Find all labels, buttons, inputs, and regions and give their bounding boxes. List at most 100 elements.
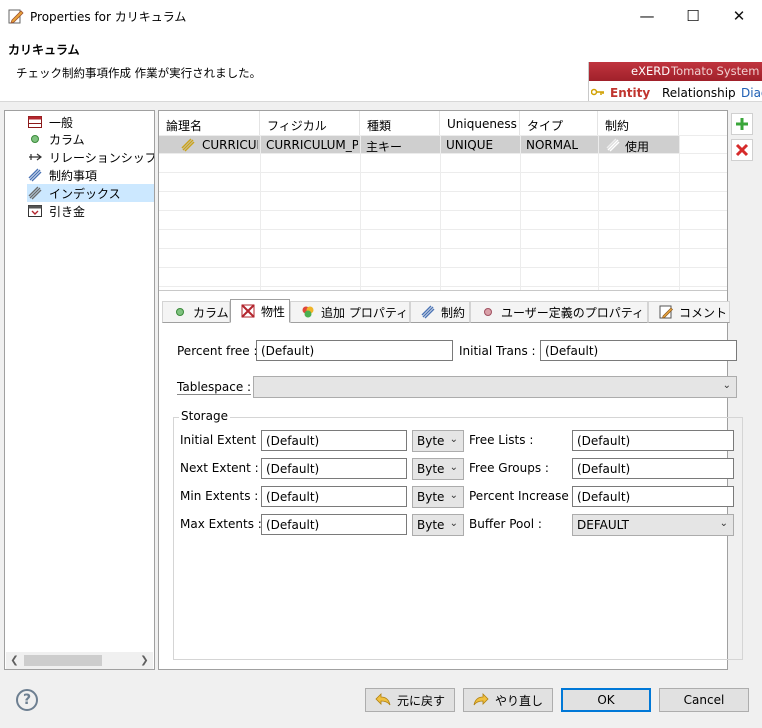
relationship-icon <box>27 150 43 164</box>
tree-item-column[interactable]: カラム <box>27 130 154 148</box>
constraint-icon <box>27 168 43 182</box>
index-grid: 論理名 フィジカル 種類 Uniqueness タイプ 制約 CURRICULU… <box>159 111 727 291</box>
undo-icon <box>375 692 391 709</box>
grid-header-logical[interactable]: 論理名 <box>159 111 260 135</box>
tree-item-general[interactable]: 一般 <box>27 113 154 131</box>
banner-brand: eXERD <box>631 64 671 78</box>
grid-header-uniqueness[interactable]: Uniqueness <box>440 111 520 135</box>
window-title: Properties for カリキュラム <box>30 10 187 24</box>
free-groups-input[interactable]: (Default) <box>572 458 734 479</box>
dialog-header: カリキュラム チェック制約事項作成 作業が実行されました。 eXERD Toma… <box>0 32 762 102</box>
minimize-button[interactable]: — <box>624 0 670 32</box>
next-extent-unit-select[interactable]: Byte ⌄ <box>412 458 464 480</box>
column-dot-icon <box>27 132 43 146</box>
header-message: チェック制約事項作成 作業が実行されました。 <box>16 66 262 80</box>
free-groups-label: Free Groups : <box>469 461 549 475</box>
tree-item-constraints[interactable]: 制約事項 <box>27 166 154 184</box>
grid-header-constraint[interactable]: 制約 <box>598 111 679 135</box>
user-prop-icon <box>481 305 495 319</box>
initial-trans-input[interactable]: (Default) <box>540 340 737 361</box>
tab-physical[interactable]: 物性 <box>230 299 290 323</box>
tree-horizontal-scrollbar[interactable]: ❮ ❯ <box>6 652 153 669</box>
tab-extra-properties[interactable]: 追加 プロパティ <box>290 301 410 323</box>
add-index-button[interactable] <box>731 113 753 135</box>
min-extents-label: Min Extents : <box>180 489 259 503</box>
buffer-pool-label: Buffer Pool : <box>469 517 542 531</box>
maximize-button[interactable]: ☐ <box>670 0 716 32</box>
banner-stripe: eXERD Tomato System <box>589 62 762 81</box>
initial-extent-label: Initial Extent : <box>180 433 264 447</box>
key-icon <box>590 86 605 100</box>
banner-product: Tomato System <box>671 64 760 78</box>
trigger-icon <box>27 204 43 218</box>
plus-icon <box>736 118 748 130</box>
physical-icon <box>241 304 255 318</box>
storage-legend: Storage <box>179 409 230 423</box>
banner-tab-diagram: Diag <box>741 86 762 100</box>
restore-button[interactable]: 元に戻す <box>365 688 455 712</box>
constraint-icon <box>421 305 435 319</box>
chevron-down-icon: ⌄ <box>449 490 458 501</box>
next-extent-input[interactable]: (Default) <box>261 458 407 479</box>
index-panel: 論理名 フィジカル 種類 Uniqueness タイプ 制約 CURRICULU… <box>158 110 743 670</box>
properties-tree: 一般 カラム リレーションシップ 制約事項 インデックス 引き金 ❮ ❯ <box>4 110 155 670</box>
cancel-button[interactable]: Cancel <box>659 688 749 712</box>
header-title: カリキュラム <box>8 43 80 57</box>
storage-group <box>173 417 743 660</box>
buffer-pool-select[interactable]: DEFAULT ⌄ <box>572 514 734 536</box>
percent-increase-input[interactable]: (Default) <box>572 486 734 507</box>
free-lists-label: Free Lists : <box>469 433 534 447</box>
comment-icon <box>659 305 673 319</box>
max-extents-label: Max Extents : <box>180 517 262 531</box>
cell-physical[interactable]: CURRICULUM_PK <box>266 138 358 152</box>
max-extents-unit-select[interactable]: Byte ⌄ <box>412 514 464 536</box>
next-extent-label: Next Extent : <box>180 461 259 475</box>
scroll-right-icon[interactable]: ❯ <box>136 652 153 669</box>
banner-tab-relationship: Relationship <box>662 86 736 100</box>
initial-extent-input[interactable]: (Default) <box>261 430 407 451</box>
tree-item-trigger[interactable]: 引き金 <box>27 202 154 220</box>
tablespace-select[interactable]: ⌄ <box>253 376 737 398</box>
help-icon[interactable]: ? <box>16 689 38 711</box>
percent-free-label: Percent free : <box>177 344 258 358</box>
cell-logical[interactable]: CURRICULUM_PK <box>202 138 258 152</box>
initial-extent-unit-select[interactable]: Byte ⌄ <box>412 430 464 452</box>
cell-uniqueness[interactable]: UNIQUE <box>446 138 518 152</box>
delete-icon <box>735 143 749 157</box>
remove-index-button[interactable] <box>731 139 753 161</box>
banner-tabs: Entity Relationship Diag <box>589 83 762 101</box>
cell-type[interactable]: NORMAL <box>526 138 596 152</box>
extra-props-icon <box>301 305 315 319</box>
exerd-banner: eXERD Tomato System Entity Relationship … <box>588 62 762 101</box>
chevron-down-icon: ⌄ <box>449 462 458 473</box>
chevron-down-icon: ⌄ <box>722 380 731 391</box>
redo-button[interactable]: やり直し <box>463 688 553 712</box>
tablespace-label: Tablespace : <box>177 380 252 395</box>
ok-button[interactable]: OK <box>561 688 651 712</box>
grid-header-type[interactable]: タイプ <box>520 111 598 135</box>
tree-item-index[interactable]: インデックス <box>27 184 154 202</box>
properties-icon <box>8 8 24 24</box>
percent-increase-label: Percent Increase : <box>469 489 577 503</box>
close-button[interactable]: ✕ <box>716 0 762 32</box>
tab-comment[interactable]: コメント <box>648 301 730 323</box>
properties-tabs: カラム 物性 追加 プロパティ 制約 ユーザー定義のプロパティ コメント <box>159 299 730 323</box>
tab-user-defined-properties[interactable]: ユーザー定義のプロパティ <box>470 301 648 323</box>
tab-column[interactable]: カラム <box>162 301 230 323</box>
free-lists-input[interactable]: (Default) <box>572 430 734 451</box>
chevron-down-icon: ⌄ <box>719 518 728 529</box>
min-extents-input[interactable]: (Default) <box>261 486 407 507</box>
column-dot-icon <box>173 305 187 319</box>
grid-header-kind[interactable]: 種類 <box>360 111 440 135</box>
redo-icon <box>473 692 489 709</box>
min-extents-unit-select[interactable]: Byte ⌄ <box>412 486 464 508</box>
max-extents-input[interactable]: (Default) <box>261 514 407 535</box>
grid-header-physical[interactable]: フィジカル <box>260 111 360 135</box>
scroll-left-icon[interactable]: ❮ <box>6 652 23 669</box>
percent-free-input[interactable]: (Default) <box>256 340 453 361</box>
scroll-thumb[interactable] <box>24 655 102 666</box>
tab-constraint[interactable]: 制約 <box>410 301 470 323</box>
tree-item-relationship[interactable]: リレーションシップ <box>27 148 154 166</box>
banner-tab-entity: Entity <box>610 86 651 100</box>
title-bar: Properties for カリキュラム — ☐ ✕ <box>0 0 762 32</box>
